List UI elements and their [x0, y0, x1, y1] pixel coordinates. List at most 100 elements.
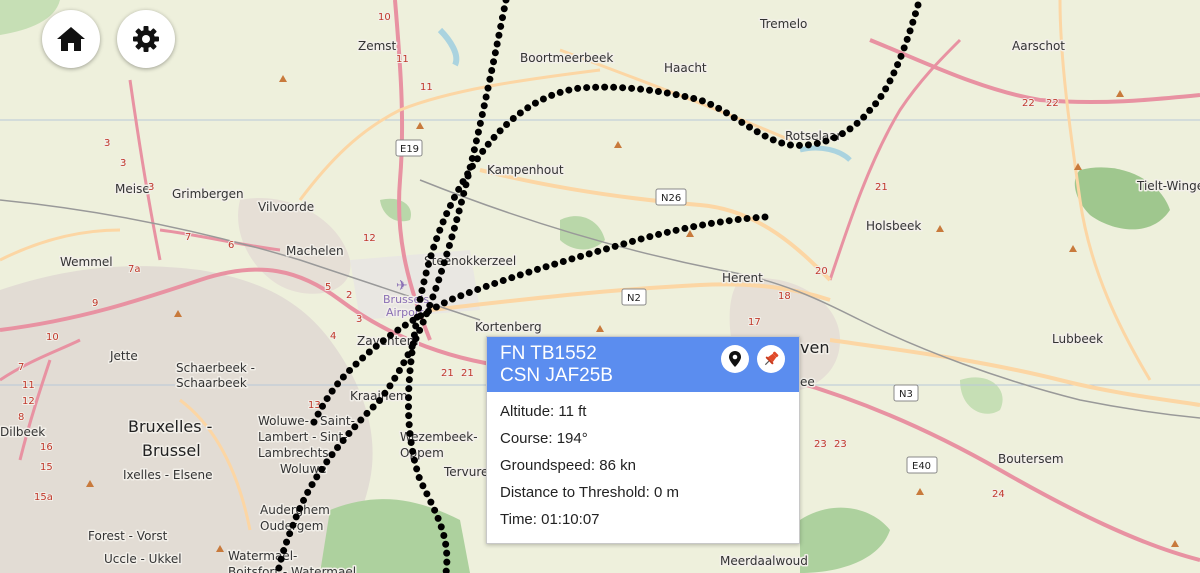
place-vilvoorde: Vilvoorde — [258, 200, 314, 214]
road-number: 9 — [92, 298, 98, 309]
svg-text:E40: E40 — [912, 461, 931, 472]
place-wezembeek-2: Oppem — [400, 446, 444, 460]
road-number: 11 — [420, 82, 433, 93]
flight-number: FN TB1552 — [500, 343, 597, 364]
pushpin-icon — [764, 351, 779, 366]
place-schaerbeek-1: Schaerbeek - — [176, 361, 255, 375]
place-steenokkerzeel: Steenokkerzeel — [424, 254, 516, 268]
road-number: 10 — [378, 12, 391, 23]
road-number: 3 — [104, 138, 110, 149]
place-tremelo: Tremelo — [759, 17, 807, 31]
place-bruxelles-1: Bruxelles - — [128, 417, 212, 436]
place-tielt-winge: Tielt-Winge — [1136, 179, 1200, 193]
road-number: 7 — [185, 232, 191, 243]
road-number: 15a — [34, 492, 53, 503]
svg-text:E19: E19 — [400, 144, 419, 155]
popup-header: FN TB1552 CSN JAF25B — [487, 337, 799, 392]
place-uccle: Uccle - Ukkel — [104, 552, 182, 566]
road-number: 13 — [308, 400, 321, 411]
road-number: 5 — [325, 282, 331, 293]
road-shield-n2: N2 — [621, 288, 647, 306]
road-number: 7 — [18, 362, 24, 373]
place-watermael-2: Boitsfort - Watermael — [228, 565, 356, 573]
road-shield-n3: N3 — [893, 384, 919, 402]
road-number: 3 — [120, 158, 126, 169]
settings-button[interactable] — [117, 10, 175, 68]
road-number: 24 — [992, 489, 1005, 500]
place-herent: Herent — [722, 271, 763, 285]
place-woluwe-2: Lambert - — [258, 430, 317, 444]
road-number: 15 — [40, 462, 53, 473]
map-pin-icon — [729, 351, 741, 367]
pin-button[interactable] — [757, 345, 785, 373]
road-number: 21 — [441, 368, 454, 379]
place-boortmeerbeek: Boortmeerbeek — [520, 51, 613, 65]
place-leuven-part: ee — [800, 375, 815, 389]
place-jette: Jette — [109, 349, 138, 363]
place-kampenhout: Kampenhout — [487, 163, 564, 177]
place-zemst: Zemst — [358, 39, 397, 53]
place-wemmel: Wemmel — [60, 255, 113, 269]
road-number: 23 — [814, 439, 827, 450]
place-grimbergen: Grimbergen — [172, 187, 244, 201]
flight-info-popup: FN TB1552 CSN JAF25B Altitude: 11 ft Cou… — [486, 336, 800, 544]
road-number: 7a — [128, 264, 141, 275]
svg-text:N2: N2 — [627, 293, 641, 304]
place-woluwe-3: Lambrechts- — [258, 446, 333, 460]
callsign: CSN JAF25B — [500, 365, 613, 386]
road-number: 12 — [363, 233, 376, 244]
home-icon — [57, 27, 85, 51]
svg-text:N26: N26 — [661, 193, 681, 204]
place-meise: Meise — [115, 182, 150, 196]
place-meerdaalwoud: Meerdaalwoud — [720, 554, 808, 568]
road-number: 17 — [748, 317, 761, 328]
place-woluwe-saint: Saint- — [320, 414, 355, 428]
road-number: 11 — [396, 54, 409, 65]
place-woluwe-1: Woluwe- — [258, 414, 309, 428]
road-number: 21 — [461, 368, 474, 379]
place-schaerbeek-2: Schaarbeek — [176, 376, 247, 390]
road-number: 3 — [356, 314, 362, 325]
place-lubbeek: Lubbeek — [1052, 332, 1103, 346]
road-shield-e19: E19 — [395, 139, 423, 157]
place-aarschot: Aarschot — [1012, 39, 1065, 53]
road-number: 6 — [228, 240, 234, 251]
road-number: 21 — [875, 182, 888, 193]
place-machelen: Machelen — [286, 244, 344, 258]
road-number: 10 — [46, 332, 59, 343]
home-button[interactable] — [42, 10, 100, 68]
road-number: 8 — [18, 412, 24, 423]
place-boutersem: Boutersem — [998, 452, 1064, 466]
airport-icon: ✈ — [396, 278, 408, 294]
groundspeed-text: Groundspeed: 86 kn — [500, 457, 636, 474]
distance-text: Distance to Threshold: 0 m — [500, 484, 679, 501]
place-dilbeek: Dilbeek — [0, 425, 45, 439]
road-number: 16 — [40, 442, 53, 453]
place-leuven: ven — [800, 338, 829, 357]
road-number: 3 — [148, 182, 154, 193]
locate-button[interactable] — [721, 345, 749, 373]
popup-body: Altitude: 11 ft Course: 194° Groundspeed… — [487, 392, 799, 537]
svg-text:N3: N3 — [899, 389, 913, 400]
place-bruxelles-2: Brussel — [142, 441, 201, 460]
road-number: 4 — [330, 331, 336, 342]
place-ixelles: Ixelles - Elsene — [123, 468, 212, 482]
road-shield-e40: E40 — [906, 456, 938, 474]
road-number: 22 — [1046, 98, 1059, 109]
place-forest: Forest - Vorst — [88, 529, 168, 543]
altitude-text: Altitude: 11 ft — [500, 403, 587, 420]
road-number: 18 — [778, 291, 791, 302]
road-shield-n26: N26 — [655, 188, 687, 206]
road-number: 22 — [1022, 98, 1035, 109]
gear-icon — [133, 26, 159, 52]
road-number: 12 — [22, 396, 35, 407]
place-haacht: Haacht — [664, 61, 707, 75]
place-holsbeek: Holsbeek — [866, 219, 921, 233]
road-number: 20 — [815, 266, 828, 277]
road-number: 23 — [834, 439, 847, 450]
road-number: 2 — [346, 290, 352, 301]
time-text: Time: 01:10:07 — [500, 511, 600, 528]
road-number: 11 — [22, 380, 35, 391]
place-kortenberg: Kortenberg — [475, 320, 542, 334]
course-text: Course: 194° — [500, 430, 588, 447]
